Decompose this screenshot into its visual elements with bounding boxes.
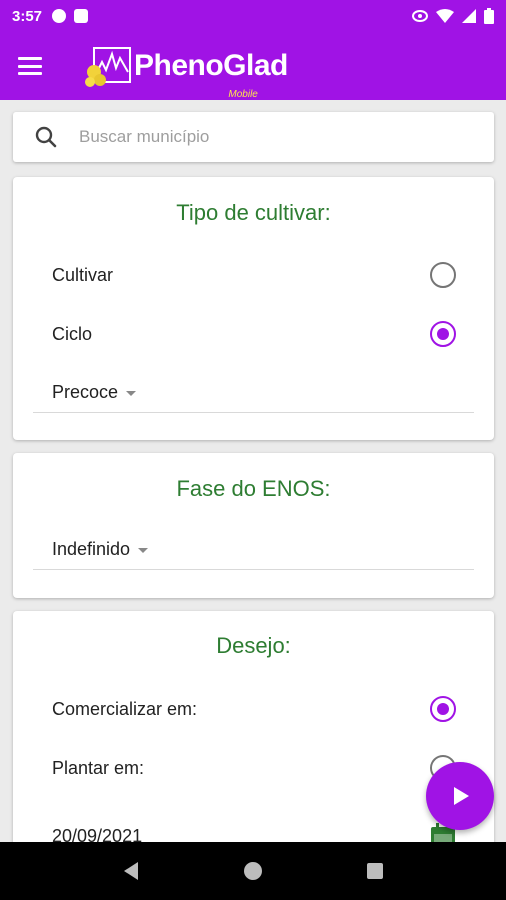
notification-icon	[52, 9, 67, 23]
comercializar-radio[interactable]	[430, 696, 456, 722]
search-input[interactable]	[79, 127, 459, 147]
cultivar-radio[interactable]	[430, 262, 456, 288]
battery-icon	[484, 8, 494, 24]
app-logo-subtitle: Mobile	[228, 89, 258, 100]
cultivar-type-card: Tipo de cultivar: Cultivar Ciclo Precoce	[13, 177, 494, 440]
dropdown-caret-icon	[126, 391, 137, 396]
wifi-icon	[436, 9, 454, 23]
gladiolus-logo-icon	[85, 47, 131, 87]
desejo-title: Desejo:	[216, 633, 291, 658]
menu-icon[interactable]	[18, 57, 42, 75]
comercializar-option-label: Comercializar em:	[52, 698, 198, 719]
comercializar-option-row[interactable]: Comercializar em:	[52, 696, 456, 722]
enos-card: Fase do ENOS: Indefinido	[13, 453, 494, 598]
ciclo-dropdown-value: Precoce	[52, 382, 119, 402]
enos-dropdown-value: Indefinido	[52, 539, 131, 559]
next-fab-button[interactable]	[426, 762, 494, 830]
back-icon[interactable]	[121, 861, 141, 881]
home-icon[interactable]	[243, 861, 263, 881]
plantar-option-label: Plantar em:	[52, 757, 145, 778]
app-logo-title: PhenoGlad	[134, 49, 288, 82]
signal-icon	[462, 9, 476, 23]
ciclo-option-label: Ciclo	[52, 323, 93, 344]
play-arrow-icon	[454, 787, 469, 805]
plantar-option-row[interactable]: Plantar em:	[52, 755, 456, 781]
cultivar-option-row[interactable]: Cultivar	[52, 262, 456, 288]
sd-card-icon	[74, 9, 89, 23]
data-saver-icon	[412, 10, 428, 22]
cultivar-option-label: Cultivar	[52, 264, 114, 285]
enos-dropdown[interactable]: Indefinido	[33, 530, 474, 570]
search-icon	[35, 126, 57, 148]
ciclo-dropdown[interactable]: Precoce	[33, 373, 474, 413]
cultivar-type-title: Tipo de cultivar:	[176, 200, 331, 225]
search-bar[interactable]	[13, 112, 494, 162]
ciclo-option-row[interactable]: Ciclo	[52, 321, 456, 347]
dropdown-caret-icon	[138, 548, 149, 553]
recents-icon[interactable]	[365, 861, 385, 881]
status-bar: 3:57	[0, 0, 506, 32]
ciclo-radio[interactable]	[430, 321, 456, 347]
enos-title: Fase do ENOS:	[176, 476, 331, 501]
desejo-card: Desejo: Comercializar em: Plantar em: 20…	[13, 611, 494, 851]
status-time: 3:57	[12, 7, 43, 25]
app-logo: PhenoGlad Mobile	[84, 44, 288, 100]
system-nav-bar	[0, 842, 506, 900]
app-bar: PhenoGlad Mobile	[0, 32, 506, 100]
